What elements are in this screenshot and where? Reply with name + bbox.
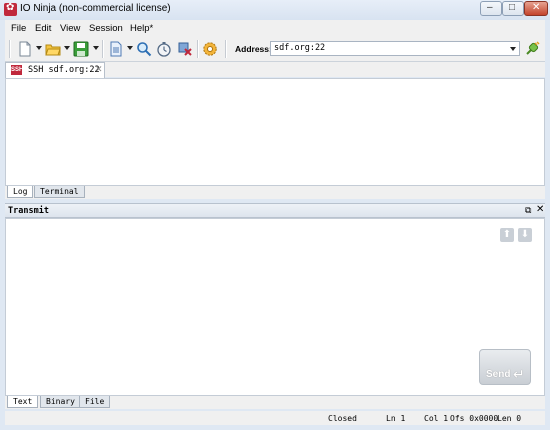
tab-file[interactable]: File [79, 396, 111, 408]
transmit-header: Transmit ⧉ ✕ [5, 203, 545, 218]
status-column: Col 1 [424, 414, 449, 423]
menu-session[interactable]: Session [89, 23, 123, 34]
open-dropdown-icon[interactable] [64, 46, 70, 50]
close-tab-icon[interactable]: ✕ [95, 64, 103, 75]
new-session-icon[interactable] [17, 41, 33, 57]
menu-view[interactable]: View [60, 23, 80, 34]
toolbar-grip [9, 40, 11, 58]
enter-icon: ↵ [513, 366, 525, 382]
status-connection: Closed [328, 414, 357, 423]
toolbar-separator [102, 40, 104, 58]
toolbar-separator [197, 40, 199, 58]
address-dropdown-icon[interactable] [510, 47, 516, 51]
stopwatch-icon[interactable] [156, 41, 172, 57]
menu-help[interactable]: Help* [130, 23, 153, 34]
new-session-dropdown-icon[interactable] [36, 46, 42, 50]
transmit-editor[interactable] [5, 218, 545, 396]
find-icon[interactable] [136, 41, 152, 57]
tab-binary[interactable]: Binary [40, 396, 81, 408]
history-down-icon[interactable]: ⬇ [518, 228, 532, 242]
menu-file[interactable]: File [11, 23, 26, 34]
transmit-title: Transmit [8, 206, 49, 216]
log-tab-strip [5, 186, 545, 199]
app-logo-icon: ✿ [4, 2, 17, 16]
log-view[interactable] [5, 78, 545, 186]
history-up-icon[interactable]: ⬆ [500, 228, 514, 242]
session-tab[interactable]: SSH SSH sdf.org:22 ✕ [5, 62, 105, 78]
status-line: Ln 1 [386, 414, 406, 423]
ssh-session-icon: SSH [11, 65, 24, 75]
connect-plug-icon[interactable] [524, 41, 540, 57]
document-icon[interactable] [108, 41, 124, 57]
maximize-button[interactable]: □ [502, 1, 524, 16]
address-label: Address: [235, 44, 272, 54]
float-pane-icon[interactable]: ⧉ [525, 205, 531, 216]
menu-edit[interactable]: Edit [35, 23, 51, 34]
settings-gear-icon[interactable] [202, 41, 218, 57]
status-length: Len 0 [497, 414, 522, 423]
menu-bar [5, 20, 545, 37]
address-value: sdf.org:22 [274, 43, 326, 53]
save-dropdown-icon[interactable] [93, 46, 99, 50]
minimize-button[interactable]: – [480, 1, 502, 16]
close-pane-icon[interactable]: ✕ [536, 204, 544, 215]
capture-icon[interactable] [177, 41, 193, 57]
status-offset: Ofs 0x0000 [450, 414, 499, 423]
document-dropdown-icon[interactable] [127, 46, 133, 50]
toolbar-separator [225, 40, 227, 58]
send-label: Send [486, 369, 511, 380]
close-window-button[interactable]: ✕ [524, 1, 548, 16]
address-input[interactable]: sdf.org:22 [270, 41, 520, 56]
session-tab-label: SSH sdf.org:22 [28, 65, 100, 75]
save-icon[interactable] [73, 41, 89, 57]
tab-log[interactable]: Log [7, 186, 34, 198]
tab-terminal[interactable]: Terminal [34, 186, 85, 198]
send-button[interactable]: Send ↵ [479, 349, 531, 385]
open-folder-icon[interactable] [45, 41, 61, 57]
window-title: IO Ninja (non-commercial license) [20, 3, 171, 14]
tab-text[interactable]: Text [7, 396, 39, 408]
